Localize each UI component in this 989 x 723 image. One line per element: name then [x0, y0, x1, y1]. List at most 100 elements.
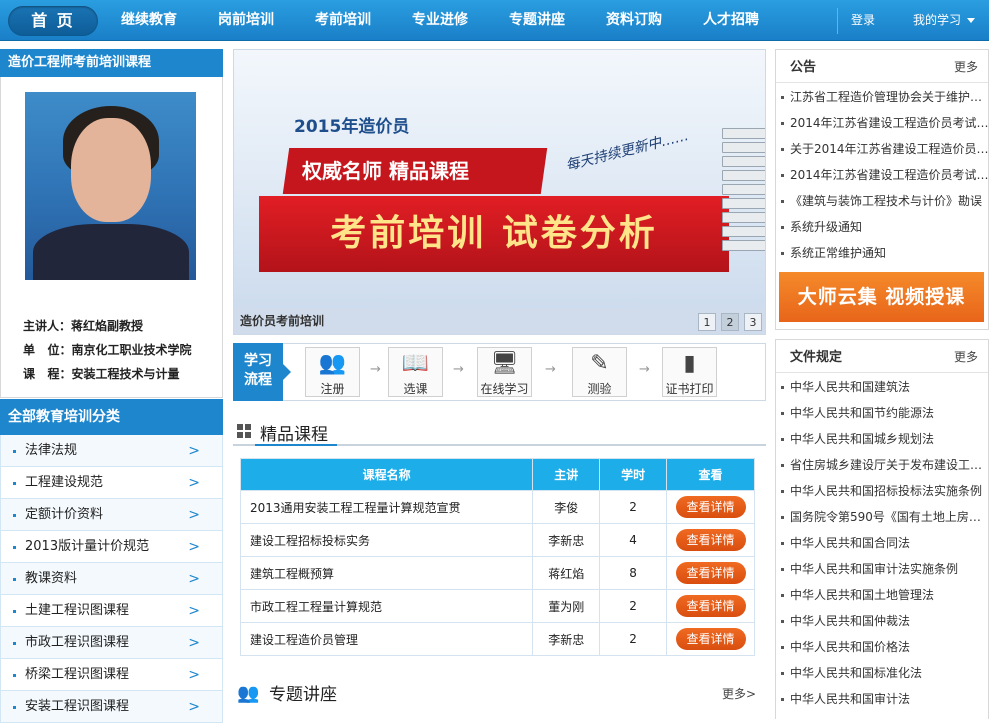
regulation-item[interactable]: 中华人民共和国合同法 — [776, 530, 988, 556]
course-lecturer: 李新忠 — [532, 523, 601, 557]
category-item[interactable]: 工程建设规范 > — [0, 467, 223, 499]
category-list: 法律法规 > 工程建设规范 > 定额计价资料 > 2013版计量计价规范 > 教课资料 >… — [0, 435, 223, 723]
regulation-item[interactable]: 中华人民共和国土地管理法 — [776, 582, 988, 608]
chevron-right-icon: > — [188, 475, 200, 491]
step-online-study[interactable]: 🖥 在线学习 — [477, 347, 532, 397]
chevron-right-icon: > — [188, 603, 200, 619]
regulation-item[interactable]: 中华人民共和国城乡规划法 — [776, 426, 988, 452]
main-column: 2015年造价员 每天持续更新中…… 权威名师 精品课程 考前培训 试卷分析 造… — [233, 49, 766, 705]
notice-item[interactable]: 《建筑与装饰工程技术与计价》勘误 — [776, 188, 988, 214]
view-details-button[interactable]: 查看详情 — [675, 628, 746, 650]
course-name[interactable]: 建设工程招标投标实务 — [239, 523, 534, 557]
course-name[interactable]: 建设工程造价员管理 — [239, 622, 534, 656]
computer-globe-icon: 🖥 — [490, 351, 519, 376]
login-link[interactable]: 登录 — [851, 0, 875, 41]
banner-page-3[interactable]: 3 — [744, 313, 762, 331]
right-column: 公告 更多 江苏省工程造价管理协会关于维护… 2014年江苏省建设工程造价员考试…… — [775, 49, 989, 719]
regulation-item[interactable]: 中华人民共和国招标投标法实施条例 — [776, 478, 988, 504]
category-item[interactable]: 安装工程识图课程 > — [0, 691, 223, 723]
video-ad-banner[interactable]: 大师云集 视频授课 — [779, 272, 984, 322]
regulation-item[interactable]: 中华人民共和国价格法 — [776, 634, 988, 660]
arrow-right-icon: → — [545, 362, 556, 377]
chevron-right-icon: > — [188, 539, 200, 555]
notice-item[interactable]: 系统升级通知 — [776, 214, 988, 240]
table-row: 2013通用安装工程工程量计算规范宣贯 李俊 2 查看详情 — [239, 490, 755, 524]
grid-icon — [237, 424, 251, 438]
notice-item[interactable]: 关于2014年江苏省建设工程造价员… — [776, 136, 988, 162]
nav-pre-job-training[interactable]: 岗前培训 — [218, 0, 274, 41]
nav-special-lectures[interactable]: 专题讲座 — [509, 0, 565, 41]
category-label: 法律法规 — [25, 443, 78, 458]
study-flow-label: 学习 流程 — [233, 343, 291, 401]
course-name[interactable]: 建筑工程概预算 — [239, 556, 534, 590]
special-more-link[interactable]: 更多> — [722, 685, 756, 702]
users-icon: 👥 — [318, 351, 347, 376]
category-item[interactable]: 2013版计量计价规范 > — [0, 531, 223, 563]
notice-item[interactable]: 2014年江苏省建设工程造价员考试… — [776, 162, 988, 188]
table-row: 市政工程工程量计算规范 董为刚 2 查看详情 — [239, 589, 755, 623]
promo-banner[interactable]: 2015年造价员 每天持续更新中…… 权威名师 精品课程 考前培训 试卷分析 造… — [233, 49, 766, 335]
notice-more-link[interactable]: 更多 — [954, 50, 978, 85]
step-register[interactable]: 👥 注册 — [305, 347, 360, 397]
chevron-right-icon: > — [188, 443, 200, 459]
bullet-icon — [13, 578, 16, 581]
top-nav: 首 页 继续教育 岗前培训 考前培训 专业进修 专题讲座 资料订购 人才招聘 登… — [0, 0, 989, 41]
regulation-item[interactable]: 中华人民共和国审计法 — [776, 686, 988, 712]
category-label: 土建工程识图课程 — [25, 603, 130, 618]
view-details-button[interactable]: 查看详情 — [675, 562, 746, 584]
course-hours: 8 — [599, 556, 668, 590]
nav-recruitment[interactable]: 人才招聘 — [703, 0, 759, 41]
banner-slogan-main: 考前培训 试卷分析 — [259, 196, 729, 272]
view-cell: 查看详情 — [666, 523, 755, 557]
category-label: 教课资料 — [25, 571, 78, 586]
step-test[interactable]: ✎ 测验 — [572, 347, 627, 397]
nav-material-order[interactable]: 资料订购 — [606, 0, 662, 41]
step-certificate[interactable]: ▮ 证书打印 — [662, 347, 717, 397]
nav-professional-study[interactable]: 专业进修 — [412, 0, 468, 41]
nav-continuing-edu[interactable]: 继续教育 — [121, 0, 177, 41]
step-label: 注册 — [320, 382, 345, 396]
regulations-more-link[interactable]: 更多 — [954, 340, 978, 375]
category-item[interactable]: 市政工程识图课程 > — [0, 627, 223, 659]
nav-exam-training[interactable]: 考前培训 — [315, 0, 371, 41]
banner-year: 2015年造价员 — [294, 117, 410, 137]
course-name[interactable]: 2013通用安装工程工程量计算规范宣贯 — [239, 490, 534, 524]
bullet-icon — [13, 482, 16, 485]
title-underline — [255, 444, 337, 446]
notice-item[interactable]: 江苏省工程造价管理协会关于维护… — [776, 84, 988, 110]
view-cell: 查看详情 — [666, 490, 755, 524]
view-details-button[interactable]: 查看详情 — [675, 595, 746, 617]
notice-item[interactable]: 系统正常维护通知 — [776, 240, 988, 266]
regulation-item[interactable]: 省住房城乡建设厅关于发布建设工… — [776, 452, 988, 478]
regulations-box: 文件规定 更多 中华人民共和国建筑法 中华人民共和国节约能源法 中华人民共和国城乡… — [775, 339, 989, 719]
banner-page-1[interactable]: 1 — [698, 313, 716, 331]
step-label: 证书打印 — [665, 382, 714, 396]
category-label: 安装工程识图课程 — [25, 699, 130, 714]
category-item[interactable]: 桥梁工程识图课程 > — [0, 659, 223, 691]
nav-home[interactable]: 首 页 — [8, 6, 98, 36]
course-lecturer: 蒋红焰 — [532, 556, 601, 590]
step-select-course[interactable]: 📖 选课 — [388, 347, 443, 397]
category-item[interactable]: 法律法规 > — [0, 435, 223, 467]
regulation-item[interactable]: 中华人民共和国标准化法 — [776, 660, 988, 686]
view-details-button[interactable]: 查看详情 — [675, 529, 746, 551]
edit-icon: ✎ — [590, 351, 609, 376]
course-name[interactable]: 市政工程工程量计算规范 — [239, 589, 534, 623]
regulation-item[interactable]: 中华人民共和国仲裁法 — [776, 608, 988, 634]
unit-value: 南京化工职业技术学院 — [71, 343, 192, 357]
notice-item[interactable]: 2014年江苏省建设工程造价员考试… — [776, 110, 988, 136]
category-item[interactable]: 教课资料 > — [0, 563, 223, 595]
category-item[interactable]: 定额计价资料 > — [0, 499, 223, 531]
teacher-photo[interactable] — [25, 92, 196, 280]
regulation-item[interactable]: 中华人民共和国审计法实施条例 — [776, 556, 988, 582]
regulation-item[interactable]: 国务院令第590号《国有土地上房… — [776, 504, 988, 530]
my-study-menu[interactable]: 我的学习 — [913, 0, 976, 41]
banner-page-2[interactable]: 2 — [721, 313, 739, 331]
view-details-button[interactable]: 查看详情 — [675, 496, 746, 518]
category-item[interactable]: 土建工程识图课程 > — [0, 595, 223, 627]
regulation-item[interactable]: 中华人民共和国建筑法 — [776, 374, 988, 400]
regulation-item[interactable]: 中华人民共和国节约能源法 — [776, 400, 988, 426]
step-label: 在线学习 — [480, 382, 529, 396]
lecturer-label: 主讲人： — [23, 319, 72, 333]
category-label: 市政工程识图课程 — [25, 635, 130, 650]
